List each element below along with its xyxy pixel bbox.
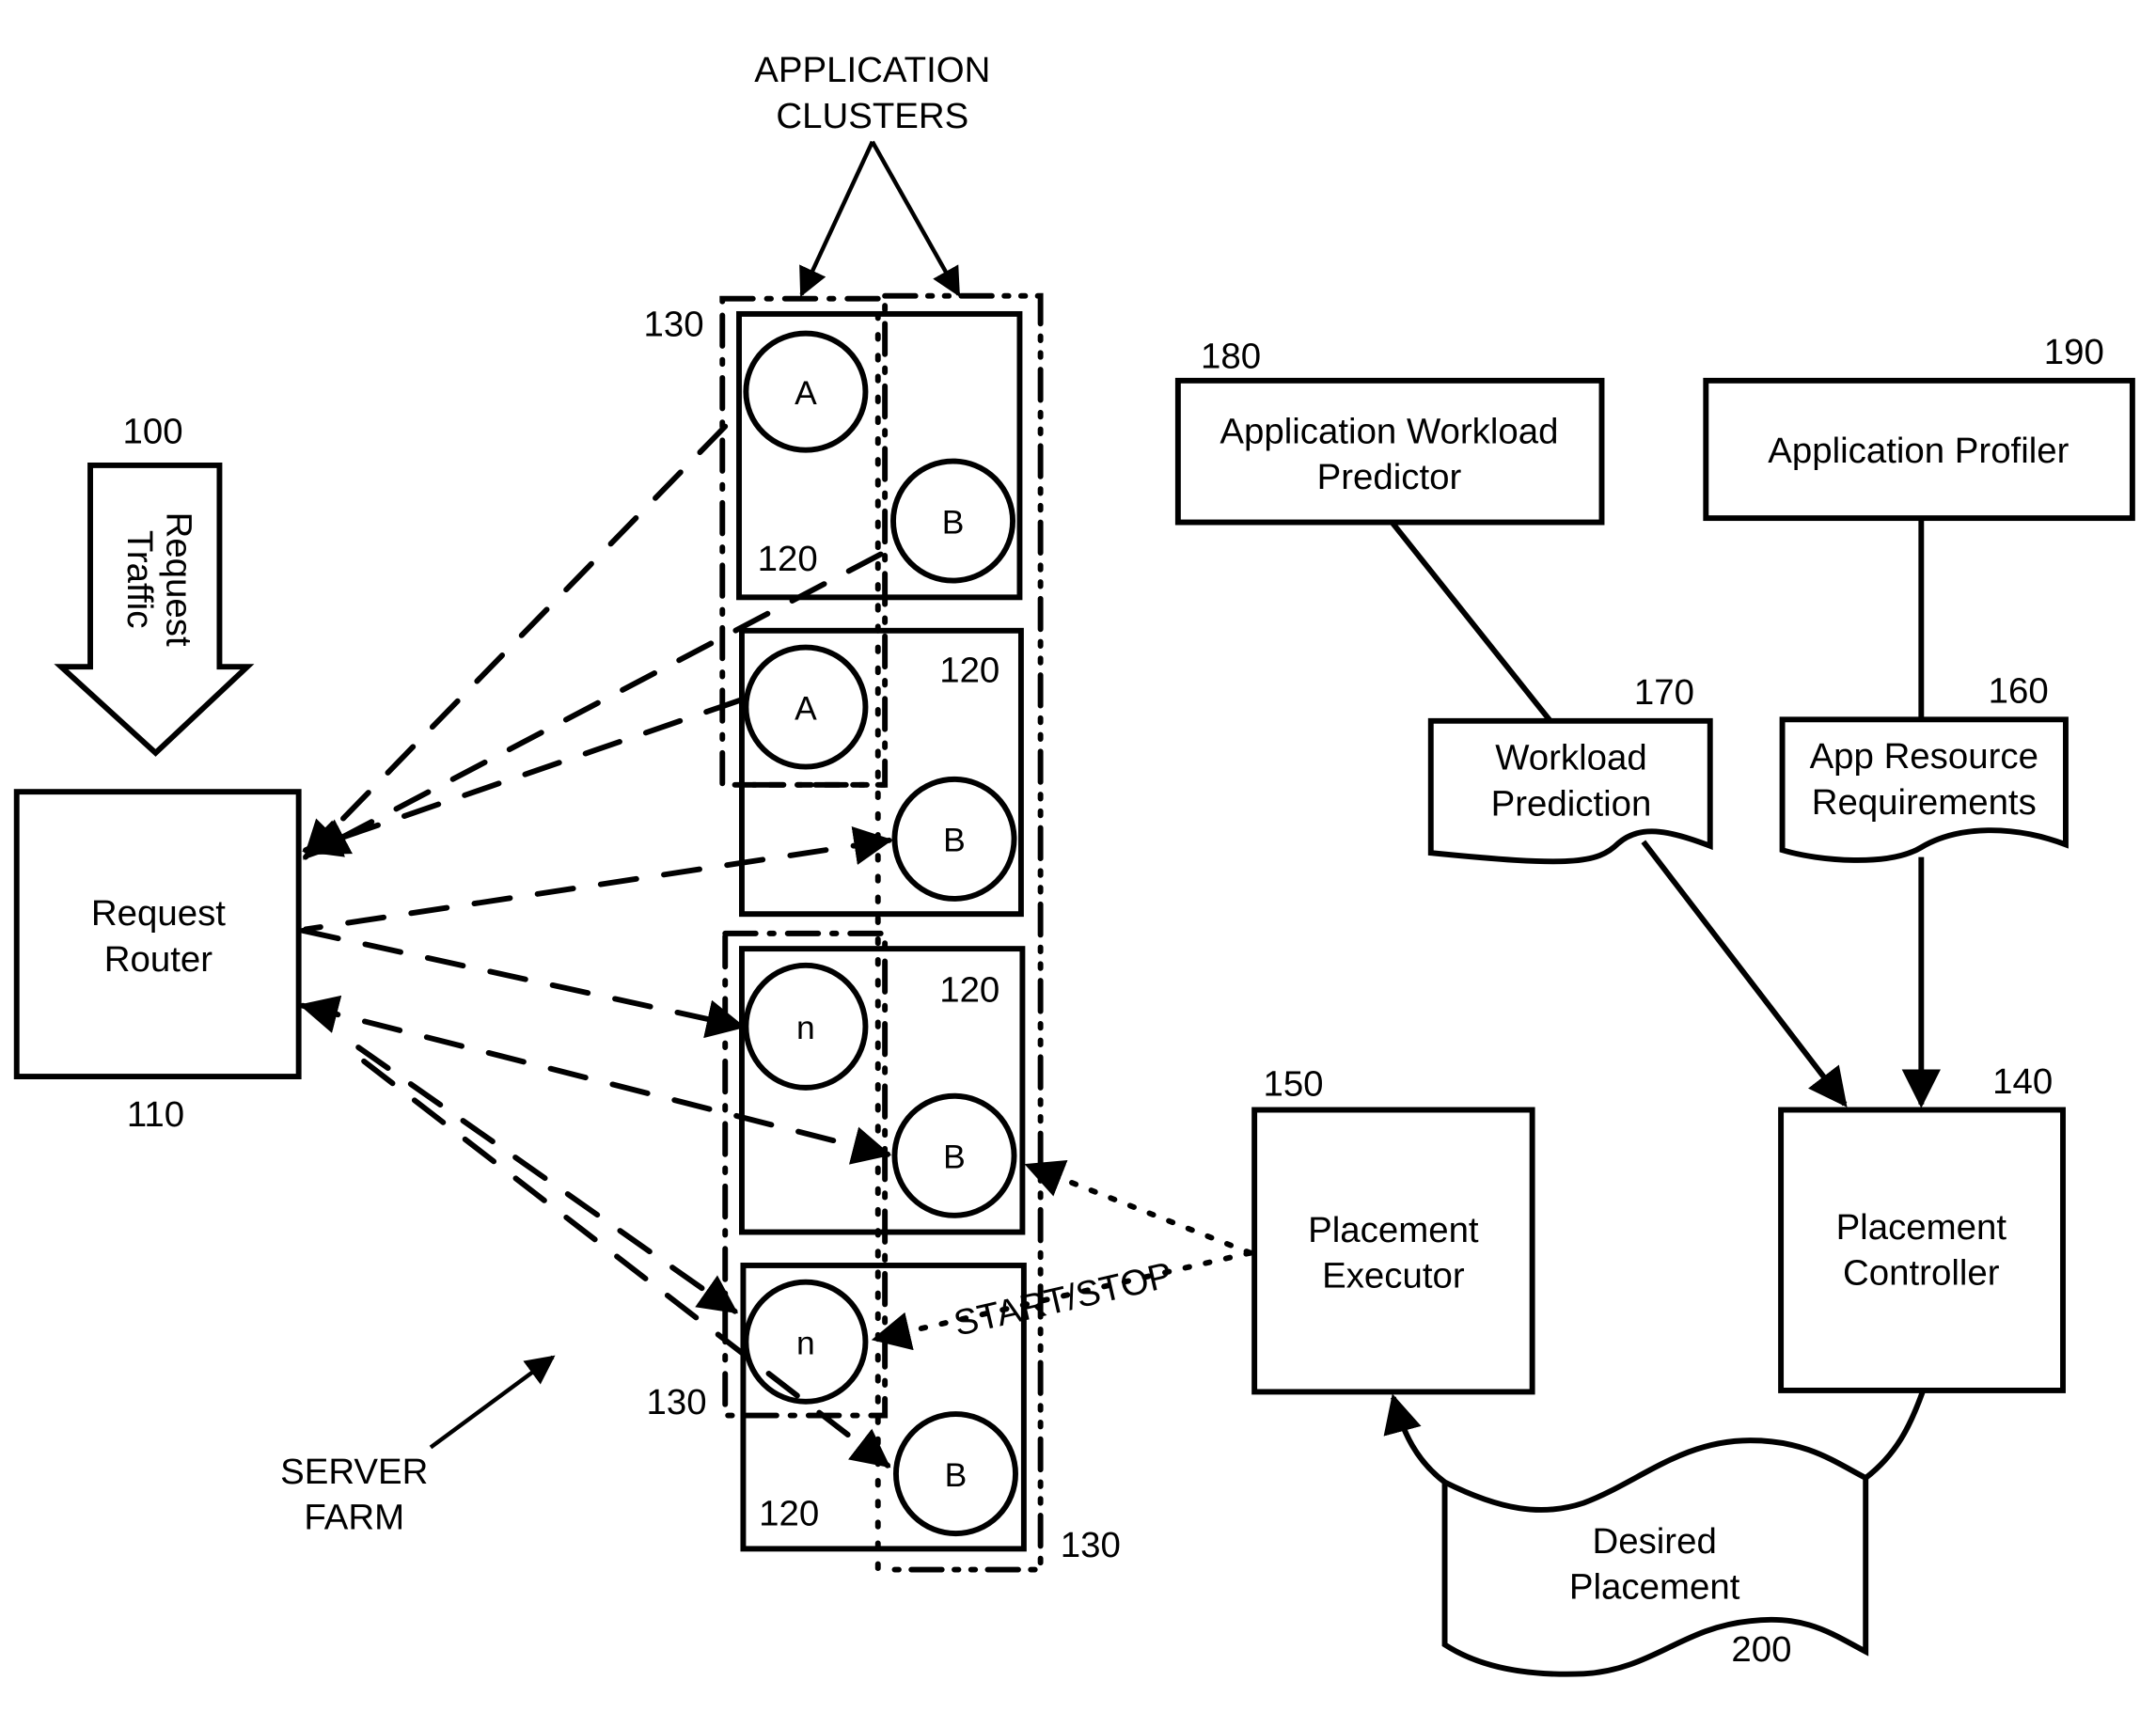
resource-requirements-ref: 160 xyxy=(1989,671,2049,712)
cluster-ref-top: 130 xyxy=(644,305,704,345)
cluster-pointer-arrow-left xyxy=(799,140,874,298)
placement-executor-ref: 150 xyxy=(1263,1064,1323,1105)
app-profiler-ref: 190 xyxy=(2044,332,2104,372)
desired-placement-to-executor-arrow xyxy=(1383,1393,1447,1485)
server-ref: 120 xyxy=(758,539,818,579)
start-stop-control: START/STOP xyxy=(871,1160,1253,1351)
resource-requirements-label-2: Requirements xyxy=(1812,782,2037,823)
app-instance-label: A xyxy=(795,374,817,412)
workload-prediction-document[interactable]: 170 Workload Prediction xyxy=(1427,672,1713,865)
server-ref: 120 xyxy=(939,969,999,1010)
routing-flow xyxy=(355,1045,738,1314)
workload-predictor-label-2: Predictor xyxy=(1317,457,1462,497)
workload-prediction-label-1: Workload xyxy=(1495,738,1647,778)
application-profiler[interactable]: 190 Application Profiler xyxy=(1703,332,2135,522)
request-router-box[interactable] xyxy=(13,789,302,1080)
app-instance-label: B xyxy=(943,1139,966,1176)
placement-controller-box[interactable] xyxy=(1778,1107,2066,1393)
app-clusters-line-1: APPLICATION xyxy=(754,50,990,90)
server-farm-label: SERVER FARM xyxy=(280,1355,556,1538)
app-instance-label: B xyxy=(943,822,966,859)
server-farm-line-1: SERVER xyxy=(280,1452,428,1492)
request-traffic: 100 Request Traffic xyxy=(54,411,255,757)
server-farm-pointer-arrow xyxy=(429,1355,556,1450)
app-instance-label: B xyxy=(942,503,965,541)
placement-executor-label-2: Executor xyxy=(1322,1256,1465,1296)
placement-controller-ref: 140 xyxy=(1992,1061,2053,1102)
app-instance-label: n xyxy=(796,1009,815,1046)
placement-controller-label-2: Controller xyxy=(1843,1253,2000,1294)
workload-prediction-label-2: Prediction xyxy=(1491,783,1652,824)
placement-executor-label-1: Placement xyxy=(1308,1210,1479,1250)
placement-controller-label-1: Placement xyxy=(1836,1207,2007,1248)
routing-flow xyxy=(302,697,744,857)
app-instance-label: A xyxy=(795,689,817,727)
app-instance-label: n xyxy=(796,1325,815,1362)
request-router-label-2: Router xyxy=(104,939,212,980)
workload-predictor-label-1: Application Workload xyxy=(1220,411,1558,451)
server-farm-line-2: FARM xyxy=(304,1498,404,1538)
desired-placement-label-1: Desired xyxy=(1592,1521,1716,1562)
desired-placement-document[interactable]: Desired Placement 200 xyxy=(1441,1437,1869,1677)
workload-prediction-ref: 170 xyxy=(1634,672,1694,713)
cluster-ref-bottom-left: 130 xyxy=(646,1382,706,1422)
server-column: A B 120 A B 120 n B 120 n B 120 130 130 … xyxy=(644,292,1121,1573)
app-clusters-line-2: CLUSTERS xyxy=(776,96,968,136)
predictor-to-prediction-line xyxy=(1390,520,1553,723)
server-ref: 120 xyxy=(759,1493,819,1533)
placement-controller[interactable]: 140 Placement Controller xyxy=(1778,1061,2066,1393)
request-traffic-ref: 100 xyxy=(122,411,182,451)
cluster-pointer-arrow-right xyxy=(870,140,961,297)
controller-to-desired-placement-line xyxy=(1864,1390,1926,1481)
server-farm-diagram: APPLICATION CLUSTERS 100 Request Traffic… xyxy=(13,50,2135,1677)
cluster-ref-bottom-right: 130 xyxy=(1061,1525,1121,1565)
request-router-label-1: Request xyxy=(91,893,226,934)
request-traffic-label-2: Traffic xyxy=(119,530,160,629)
routing-flow xyxy=(300,927,746,1039)
application-clusters-label: APPLICATION CLUSTERS xyxy=(754,50,990,298)
placement-executor-box[interactable] xyxy=(1251,1107,1535,1395)
request-traffic-label-1: Request xyxy=(158,512,198,647)
app-profiler-label: Application Profiler xyxy=(1768,431,2069,471)
request-router[interactable]: Request Router 110 xyxy=(13,789,302,1135)
placement-executor[interactable]: 150 Placement Executor xyxy=(1251,1064,1535,1395)
workload-predictor-ref: 180 xyxy=(1201,337,1261,377)
application-workload-predictor[interactable]: 180 Application Workload Predictor xyxy=(1174,337,1605,526)
routing-flow xyxy=(303,423,729,860)
start-stop-arrow-upper xyxy=(1024,1160,1253,1256)
request-router-ref: 110 xyxy=(127,1094,184,1135)
desired-placement-ref: 200 xyxy=(1731,1629,1791,1670)
resource-requirements-label-1: App Resource xyxy=(1810,736,2038,777)
server-ref: 120 xyxy=(939,650,999,690)
desired-placement-label-2: Placement xyxy=(1569,1567,1740,1608)
prediction-to-controller-arrow xyxy=(1641,840,1848,1107)
app-instance-label: B xyxy=(945,1456,968,1494)
